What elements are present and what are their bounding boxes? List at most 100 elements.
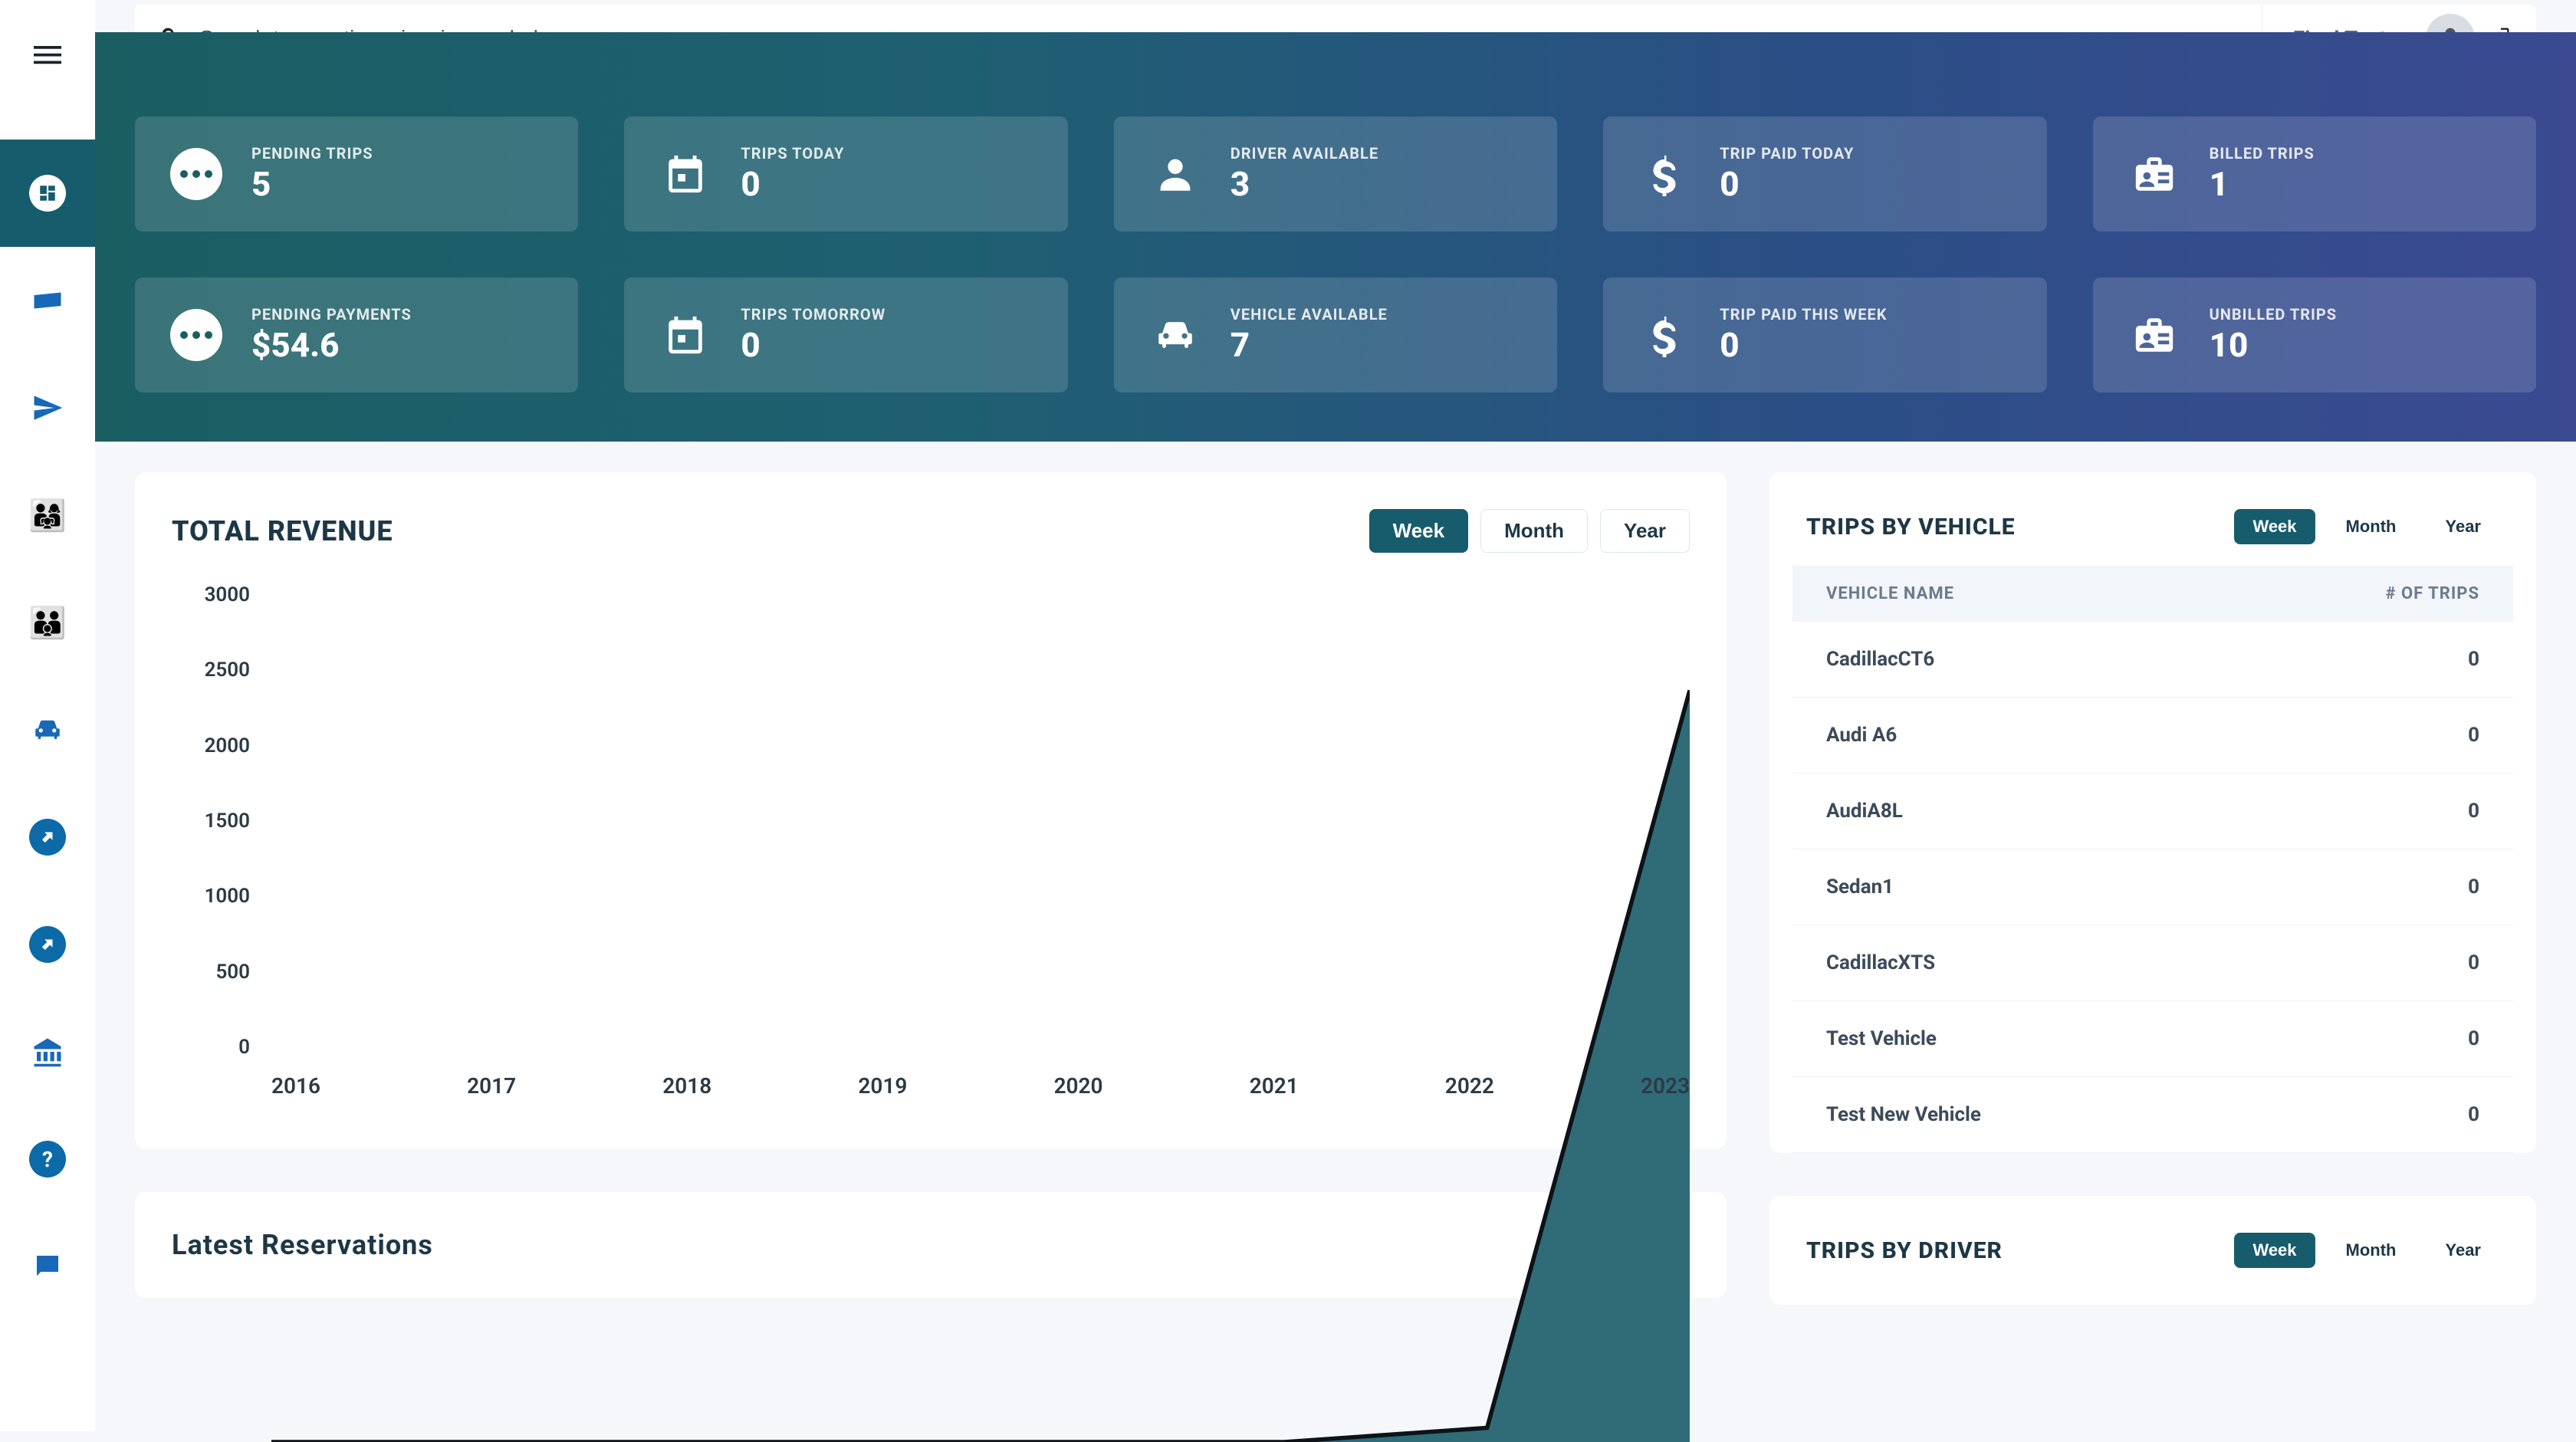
stat-label: PENDING PAYMENTS	[251, 305, 412, 324]
nav-drivers[interactable]: 👨‍👩‍👧	[0, 462, 95, 569]
trips-by-vehicle-card: TRIPS BY VEHICLE Week Month Year VEHICLE…	[1769, 472, 2536, 1153]
stat-card[interactable]: DRIVER AVAILABLE 3	[1114, 117, 1557, 232]
dots-icon	[169, 307, 224, 363]
stat-value: $54.6	[251, 325, 412, 365]
table-row[interactable]: Test Vehicle0	[1792, 1001, 2513, 1077]
stat-value: 5	[251, 164, 373, 204]
stat-card[interactable]: BILLED TRIPS 1	[2093, 117, 2536, 232]
driver-tab-week[interactable]: Week	[2234, 1233, 2315, 1268]
stat-label: PENDING TRIPS	[251, 144, 373, 163]
stat-value: 1	[2210, 164, 2315, 204]
vehicle-title: TRIPS BY VEHICLE	[1806, 514, 2016, 540]
nav-customers[interactable]: 👨‍👨‍👦	[0, 569, 95, 676]
badge-icon	[2127, 146, 2182, 202]
stat-label: TRIP PAID TODAY	[1720, 144, 1854, 163]
customers-icon: 👨‍👨‍👦	[28, 605, 67, 641]
revenue-tab-year[interactable]: Year	[1600, 509, 1690, 553]
stat-value: 10	[2210, 325, 2338, 365]
trip-count: 0	[2468, 875, 2479, 898]
x-tick: 2017	[467, 1073, 516, 1099]
arrow-circle-icon-2	[29, 926, 66, 963]
x-tick: 2023	[1641, 1073, 1690, 1099]
nav-bank[interactable]	[0, 998, 95, 1105]
stat-card[interactable]: PENDING TRIPS 5	[135, 117, 578, 232]
vehicle-name: Audi A6	[1826, 724, 2468, 747]
stat-value: 0	[741, 164, 844, 204]
th-vehicle-name: VEHICLE NAME	[1826, 584, 2385, 603]
stat-card[interactable]: VEHICLE AVAILABLE 7	[1114, 278, 1557, 393]
stat-value: 7	[1230, 325, 1388, 365]
dots-icon	[169, 146, 224, 202]
stat-label: TRIPS TODAY	[741, 144, 844, 163]
badge-icon	[2127, 307, 2182, 363]
driver-title: TRIPS BY DRIVER	[1806, 1237, 2003, 1264]
nav-help[interactable]: ?	[0, 1105, 95, 1213]
total-revenue-card: TOTAL REVENUE Week Month Year 3000250020…	[135, 472, 1727, 1149]
arrow-circle-icon	[29, 819, 66, 856]
table-row[interactable]: CadillacCT60	[1792, 622, 2513, 698]
stat-label: DRIVER AVAILABLE	[1230, 144, 1378, 163]
trip-count: 0	[2468, 951, 2479, 974]
stat-card[interactable]: UNBILLED TRIPS 10	[2093, 278, 2536, 393]
sidebar: 👨‍👩‍👧 👨‍👨‍👦 ?	[0, 0, 95, 1431]
table-row[interactable]: Test New Vehicle0	[1792, 1077, 2513, 1153]
table-row[interactable]: Audi A60	[1792, 698, 2513, 774]
trip-count: 0	[2468, 1027, 2479, 1050]
y-tick: 3000	[172, 583, 250, 606]
nav-trips[interactable]	[0, 247, 95, 354]
vehicle-name: AudiA8L	[1826, 800, 2468, 823]
vehicle-name: Sedan1	[1826, 875, 2468, 898]
calendar-icon	[658, 146, 713, 202]
car-icon	[31, 714, 64, 746]
table-row[interactable]: Sedan10	[1792, 849, 2513, 925]
stat-card[interactable]: TRIP PAID TODAY 0	[1603, 117, 2046, 232]
stat-label: BILLED TRIPS	[2210, 144, 2315, 163]
revenue-tab-week[interactable]: Week	[1369, 509, 1468, 553]
nav-vehicles[interactable]	[0, 676, 95, 783]
vehicle-name: Test Vehicle	[1826, 1027, 2468, 1050]
x-tick: 2020	[1054, 1073, 1103, 1099]
vehicle-tab-month[interactable]: Month	[2328, 509, 2415, 544]
driver-tab-month[interactable]: Month	[2328, 1233, 2415, 1268]
stat-card[interactable]: TRIPS TOMORROW 0	[624, 278, 1067, 393]
menu-toggle-button[interactable]	[29, 37, 66, 74]
nav-chat[interactable]	[0, 1213, 95, 1320]
dashboard-icon	[29, 175, 66, 212]
x-tick: 2022	[1445, 1073, 1494, 1099]
stat-label: UNBILLED TRIPS	[2210, 305, 2338, 324]
stat-value: 3	[1230, 164, 1378, 204]
vehicle-tab-week[interactable]: Week	[2234, 509, 2315, 544]
car-icon	[1148, 307, 1203, 363]
vehicle-tab-year[interactable]: Year	[2427, 509, 2500, 544]
nav-dashboard[interactable]	[0, 140, 95, 247]
x-tick: 2021	[1250, 1073, 1299, 1099]
bank-icon	[31, 1036, 64, 1068]
vehicle-name: CadillacCT6	[1826, 648, 2468, 671]
trip-count: 0	[2468, 724, 2479, 747]
nav-locations[interactable]	[0, 891, 95, 998]
drivers-icon: 👨‍👩‍👧	[28, 498, 67, 534]
hero-stats: PENDING TRIPS 5 TRIPS TODAY 0 DRIVER AVA…	[95, 32, 2576, 442]
nav-send[interactable]	[0, 354, 95, 462]
nav-routes[interactable]	[0, 783, 95, 891]
revenue-tab-month[interactable]: Month	[1480, 509, 1588, 553]
send-icon	[31, 392, 64, 424]
trip-count: 0	[2468, 800, 2479, 823]
trip-count: 0	[2468, 1103, 2479, 1126]
stat-card[interactable]: TRIPS TODAY 0	[624, 117, 1067, 232]
stat-card[interactable]: PENDING PAYMENTS $54.6	[135, 278, 578, 393]
stat-value: 0	[1720, 325, 1887, 365]
x-tick: 2016	[271, 1073, 320, 1099]
driver-tab-year[interactable]: Year	[2427, 1233, 2500, 1268]
table-row[interactable]: AudiA8L0	[1792, 774, 2513, 849]
revenue-title: TOTAL REVENUE	[172, 515, 393, 547]
person-icon	[1148, 146, 1203, 202]
stat-label: TRIP PAID THIS WEEK	[1720, 305, 1887, 324]
stat-label: TRIPS TOMORROW	[741, 305, 886, 324]
stat-card[interactable]: TRIP PAID THIS WEEK 0	[1603, 278, 2046, 393]
vehicle-name: CadillacXTS	[1826, 951, 2468, 974]
table-row[interactable]: CadillacXTS0	[1792, 925, 2513, 1001]
revenue-chart: 300025002000150010005000 201620172018201…	[172, 583, 1690, 1112]
stat-value: 0	[1720, 164, 1854, 204]
vehicle-name: Test New Vehicle	[1826, 1103, 2468, 1126]
